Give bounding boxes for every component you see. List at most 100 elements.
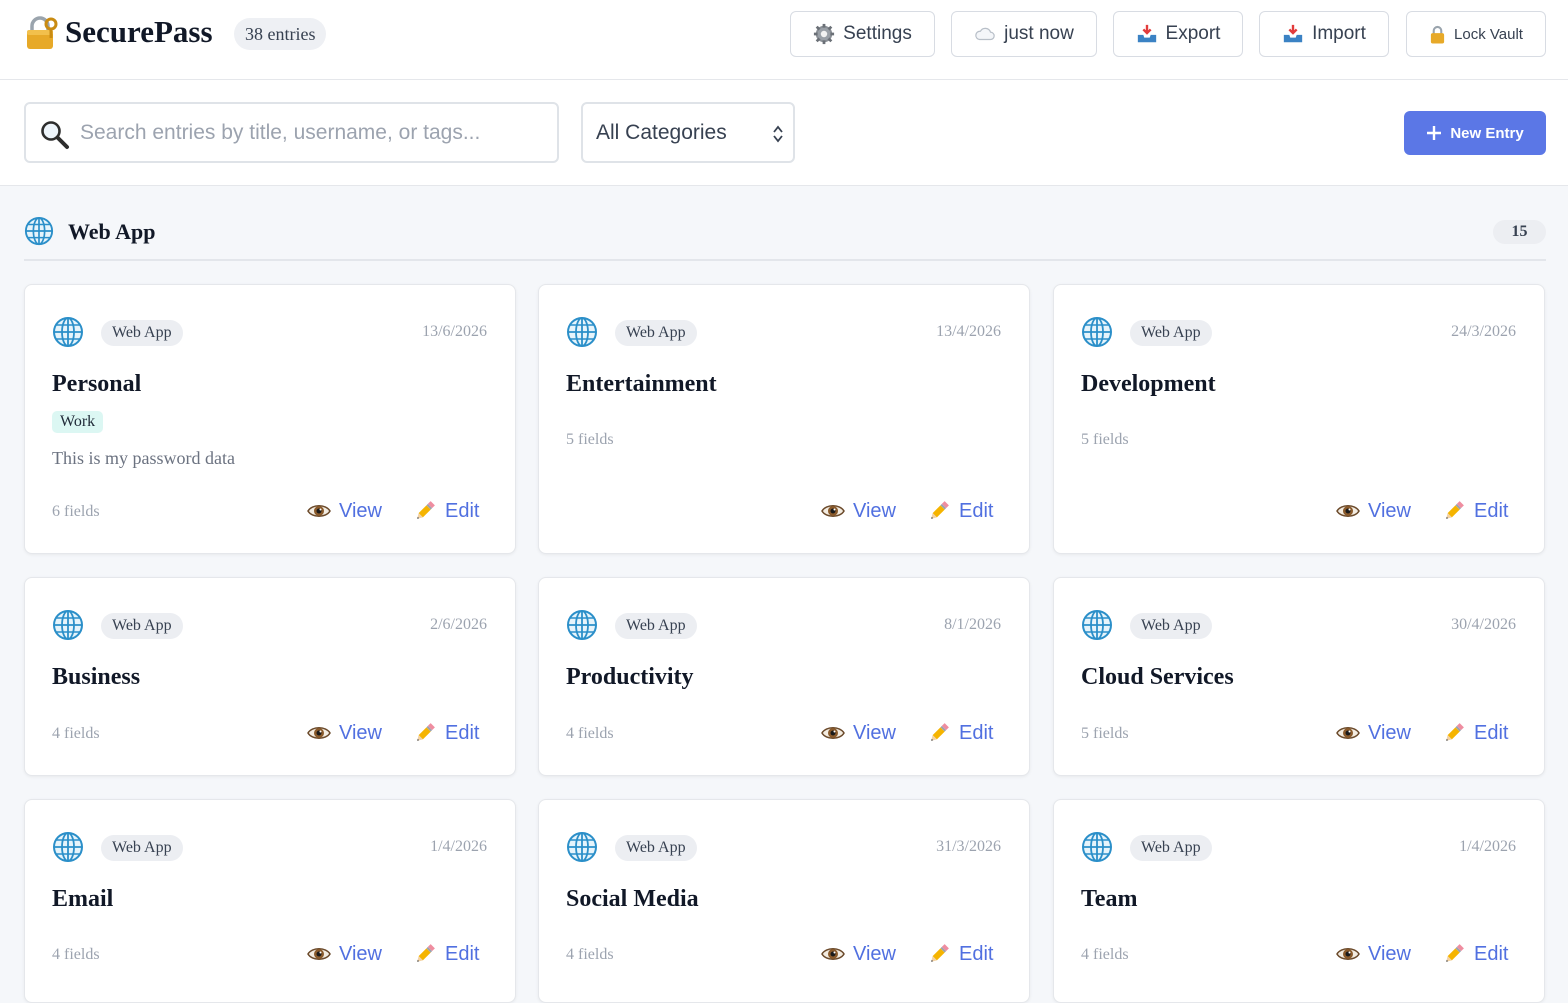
entry-field-count: 6 fields [52,503,100,520]
view-button[interactable]: View [821,499,896,523]
padlock-icon [1430,25,1445,43]
edit-button[interactable]: Edit [1442,721,1508,745]
edit-label: Edit [445,499,480,522]
entry-card[interactable]: Web App 30/4/2026 Cloud Services 5 fields Vi… [1053,577,1545,776]
import-label: Import [1312,23,1366,44]
edit-label: Edit [959,942,994,965]
import-tray-icon [1283,24,1303,43]
pencil-icon [413,942,437,966]
edit-label: Edit [445,942,480,965]
view-label: View [339,942,382,965]
eye-icon [1336,942,1360,966]
edit-button[interactable]: Edit [1442,499,1508,523]
entry-date: 13/4/2026 [936,323,1001,340]
entry-type-badge: Web App [1130,320,1212,346]
globe-icon [1081,316,1113,348]
entry-card[interactable]: Web App 8/1/2026 Productivity 4 fields View E… [538,577,1030,776]
magnifier-icon [41,121,69,149]
edit-button[interactable]: Edit [927,721,993,745]
entry-note: This is my password data [52,448,235,468]
entry-field-count: 5 fields [566,431,614,448]
globe-icon [1081,609,1113,641]
edit-label: Edit [959,499,994,522]
entry-date: 13/6/2026 [422,323,487,340]
edit-button[interactable]: Edit [413,499,479,523]
eye-icon [307,499,331,523]
entry-title: Productivity [566,664,694,690]
view-label: View [853,721,896,744]
entry-type-badge: Web App [615,320,697,346]
cloud-icon [975,27,995,41]
search-box[interactable] [24,102,559,163]
sync-status-button[interactable]: just now [951,11,1097,57]
pencil-icon [1442,942,1466,966]
padlock-key-icon [27,16,58,49]
entry-card[interactable]: Web App 13/6/2026 Personal Work This is my p… [24,284,516,554]
entry-card[interactable]: Web App 31/3/2026 Social Media 4 fields View… [538,799,1030,1003]
view-button[interactable]: View [821,942,896,966]
globe-icon [566,831,598,863]
entry-type-badge: Web App [101,835,183,861]
entry-type-badge: Web App [1130,613,1212,639]
edit-button[interactable]: Edit [413,721,479,745]
entry-title: Personal [52,371,142,397]
view-label: View [1368,942,1411,965]
export-tray-icon [1137,24,1156,43]
category-section-header: Web App 15 [24,210,1546,261]
lock-vault-button[interactable]: Lock Vault [1406,11,1546,57]
entry-date: 30/4/2026 [1451,616,1516,633]
globe-icon [52,831,84,863]
entry-card[interactable]: Web App 13/4/2026 Entertainment 5 fields Vie… [538,284,1030,554]
pencil-icon [927,942,951,966]
view-button[interactable]: View [307,499,382,523]
view-button[interactable]: View [1336,721,1411,745]
entry-date: 31/3/2026 [936,838,1001,855]
new-entry-button[interactable]: New Entry [1404,111,1546,155]
entry-type-badge: Web App [615,835,697,861]
entry-title: Email [52,886,114,912]
entry-date: 1/4/2026 [430,838,487,855]
entry-title: Entertainment [566,371,717,397]
settings-button[interactable]: Settings [790,11,935,57]
entry-field-count: 5 fields [1081,725,1129,742]
entry-card[interactable]: Web App 24/3/2026 Development 5 fields View E… [1053,284,1545,554]
view-label: View [853,942,896,965]
globe-icon [24,216,54,246]
edit-label: Edit [959,721,994,744]
pencil-icon [1442,721,1466,745]
view-label: View [339,721,382,744]
entry-card[interactable]: Web App 2/6/2026 Business 4 fields View Edit [24,577,516,776]
edit-button[interactable]: Edit [413,942,479,966]
export-label: Export [1165,23,1221,44]
edit-button[interactable]: Edit [1442,942,1508,966]
entry-title: Development [1081,371,1216,397]
import-button[interactable]: Import [1259,11,1389,57]
view-button[interactable]: View [307,721,382,745]
view-button[interactable]: View [1336,942,1411,966]
entry-count-badge: 38 entries [234,18,327,50]
edit-label: Edit [1474,942,1509,965]
search-input[interactable] [80,116,540,150]
edit-label: Edit [1474,721,1509,744]
entry-title: Team [1081,886,1138,912]
eye-icon [821,499,845,523]
section-count-badge: 15 [1493,220,1546,244]
edit-button[interactable]: Edit [927,499,993,523]
entry-card[interactable]: Web App 1/4/2026 Team 4 fields View Edit [1053,799,1545,1003]
pencil-icon [927,499,951,523]
updown-chevron-icon [773,125,783,143]
entry-card[interactable]: Web App 1/4/2026 Email 4 fields View Edit [24,799,516,1003]
eye-icon [821,721,845,745]
app-header: SecurePass 38 entries Settings just now … [0,0,1568,80]
entry-field-count: 4 fields [566,725,614,742]
category-select[interactable]: All Categories [581,102,795,163]
view-button[interactable]: View [1336,499,1411,523]
entry-type-badge: Web App [101,613,183,639]
view-button[interactable]: View [821,721,896,745]
edit-button[interactable]: Edit [927,942,993,966]
pencil-icon [413,721,437,745]
view-button[interactable]: View [307,942,382,966]
eye-icon [307,721,331,745]
section-title: Web App [68,219,156,244]
export-button[interactable]: Export [1113,11,1243,57]
